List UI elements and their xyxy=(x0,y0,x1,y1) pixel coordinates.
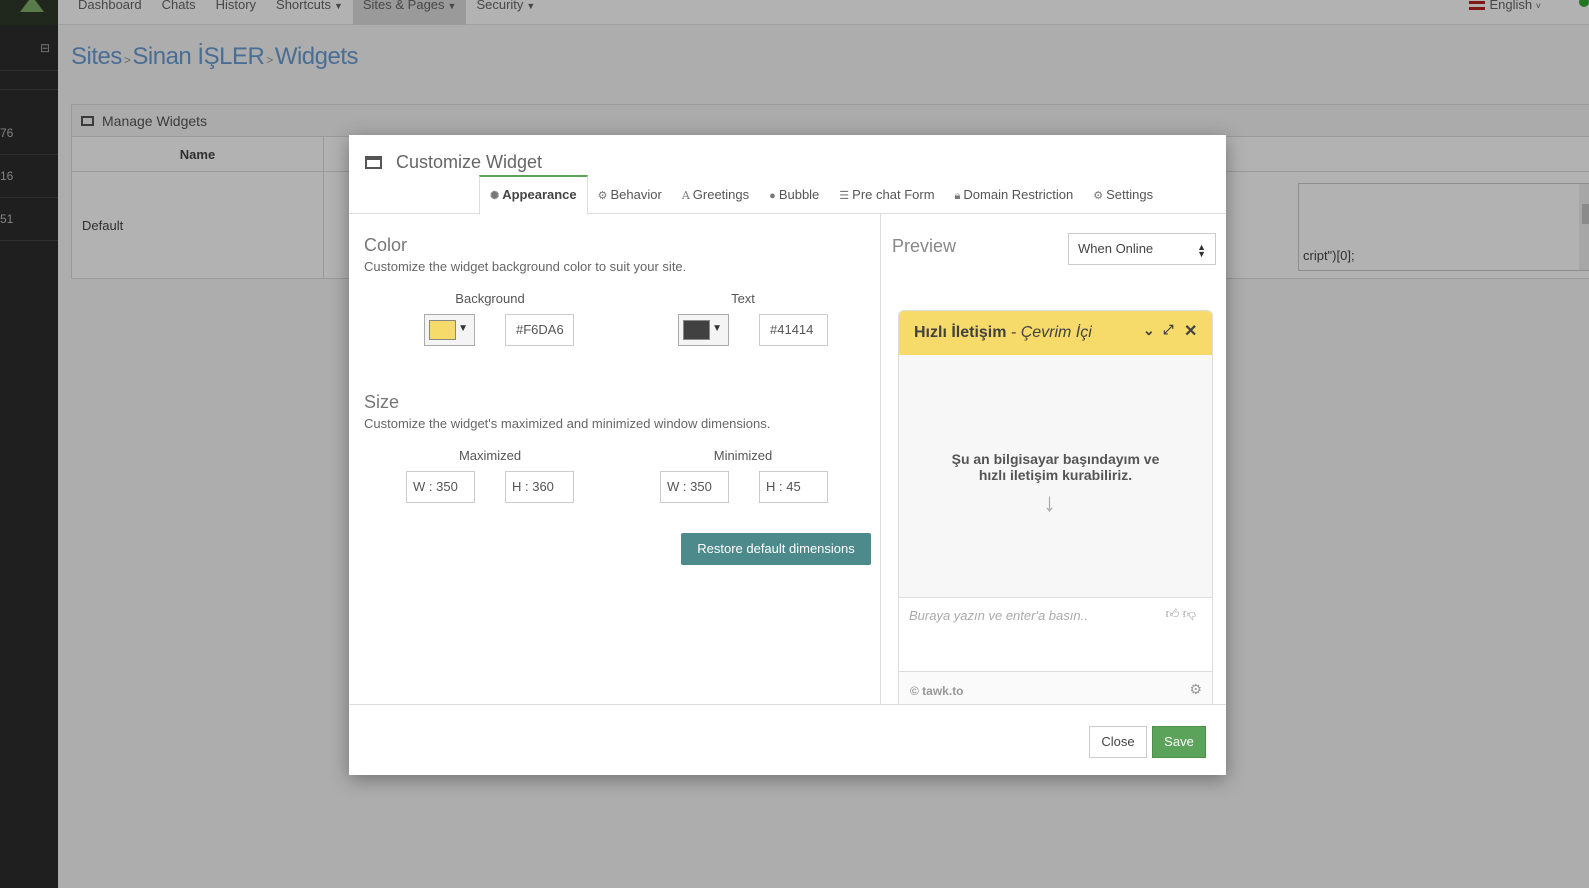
appearance-settings: Color Customize the widget background co… xyxy=(349,214,880,704)
tab-behavior[interactable]: ⚙ Behavior xyxy=(588,175,672,214)
caret-down-icon: ▼ xyxy=(458,323,468,334)
minimized-label: Minimized xyxy=(713,448,773,463)
list-icon: ☰ xyxy=(839,190,850,202)
text-label: Text xyxy=(731,291,755,306)
text-color-picker[interactable]: ▼ xyxy=(678,314,729,346)
close-button[interactable]: Close xyxy=(1089,726,1147,758)
save-button[interactable]: Save xyxy=(1152,726,1206,758)
color-section-title: Color xyxy=(364,235,408,255)
preview-title: Preview xyxy=(892,236,957,256)
caret-down-icon: ▼ xyxy=(712,323,722,334)
maximized-label: Maximized xyxy=(458,448,522,463)
customize-widget-modal: Customize Widget ✺ Appearance ⚙ Behavior A… xyxy=(349,135,1226,775)
minimized-height-input[interactable]: H : 45 xyxy=(759,471,828,503)
arrow-down-icon: ↓ xyxy=(1043,487,1056,517)
welcome-line: hızlı iletişim kurabiliriz. xyxy=(978,467,1133,483)
tab-appearance[interactable]: ✺ Appearance xyxy=(479,175,588,215)
welcome-line: Şu an bilgisayar başındayım ve xyxy=(951,451,1160,467)
thumbs-down-icon[interactable]: 👎︎ xyxy=(1183,606,1196,621)
maximized-width-input[interactable]: W : 350 xyxy=(406,471,475,503)
popout-icon[interactable]: ⤢ xyxy=(1163,322,1173,338)
widget-brand[interactable]: © tawk.to xyxy=(910,684,964,698)
modal-tabs: ✺ Appearance ⚙ Behavior A Greetings ● Bubble… xyxy=(479,175,1163,215)
tab-bubble[interactable]: ● Bubble xyxy=(759,175,829,214)
modal-footer: Close Save xyxy=(349,704,1226,775)
widget-welcome-message: Şu an bilgisayar başındayım ve hızlı ile… xyxy=(899,451,1212,483)
modal-header: Customize Widget ✺ Appearance ⚙ Behavior A… xyxy=(349,135,1226,215)
background-color-input[interactable]: #F6DA6 xyxy=(505,314,574,346)
message-placeholder: Buraya yazın ve enter'a basın.. xyxy=(909,608,1088,623)
text-color-input[interactable]: #41414 xyxy=(759,314,828,346)
minimize-icon[interactable]: ⌄ xyxy=(1143,322,1155,339)
widget-message-input[interactable]: Buraya yazın ve enter'a basın.. 👍︎ 👎︎ xyxy=(899,597,1212,671)
size-section-title: Size xyxy=(364,392,400,412)
widget-status: - Çevrim İçi xyxy=(1010,324,1092,341)
background-swatch xyxy=(429,320,456,340)
widget-title: Hızlı İletişim - Çevrim İçi xyxy=(914,324,1092,341)
widget-header: Hızlı İletişim - Çevrim İçi ⌄ ⤢ ✕ xyxy=(899,311,1212,355)
cogs-icon: ⚙ xyxy=(597,190,608,202)
gear-icon[interactable]: ⚙ xyxy=(1189,681,1202,698)
tab-domain-restriction[interactable]: 🔒︎ Domain Restriction xyxy=(945,175,1084,214)
restore-default-dimensions-button[interactable]: Restore default dimensions xyxy=(681,533,871,565)
minimized-width-input[interactable]: W : 350 xyxy=(660,471,729,503)
close-icon[interactable]: ✕ xyxy=(1184,321,1197,341)
maximized-height-input[interactable]: H : 360 xyxy=(505,471,574,503)
size-section-description: Customize the widget's maximized and min… xyxy=(364,416,771,431)
background-color-picker[interactable]: ▼ xyxy=(424,314,475,346)
tab-settings[interactable]: ⚙ Settings xyxy=(1083,175,1163,214)
tab-pre-chat-form[interactable]: ☰ Pre chat Form xyxy=(829,175,944,214)
chat-widget-preview: Hızlı İletişim - Çevrim İçi ⌄ ⤢ ✕ Şu an … xyxy=(898,310,1213,704)
widget-footer: © tawk.to ⚙ xyxy=(899,671,1212,704)
preview-pane: Preview When Online ▲ ▼ Hızlı İletişim - … xyxy=(880,214,1226,704)
thumbs-up-icon[interactable]: 👍︎ xyxy=(1166,606,1180,621)
text-swatch xyxy=(683,320,710,340)
preview-mode-select[interactable]: When Online ▲ ▼ xyxy=(1068,233,1216,265)
rating-icons: 👍︎ 👎︎ xyxy=(1166,606,1196,622)
lock-icon: 🔒︎ xyxy=(954,190,961,202)
modal-title: Customize Widget xyxy=(396,152,543,172)
gear-outline-icon: ✺ xyxy=(490,190,500,202)
font-icon: A xyxy=(681,189,690,202)
color-section-description: Customize the widget background color to… xyxy=(364,259,687,274)
tab-greetings[interactable]: A Greetings xyxy=(672,175,759,214)
widget-icon xyxy=(365,156,382,169)
background-label: Background xyxy=(455,291,525,306)
gear-icon: ⚙ xyxy=(1093,190,1104,202)
comment-icon: ● xyxy=(769,190,776,202)
